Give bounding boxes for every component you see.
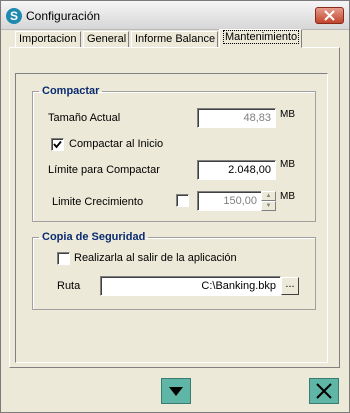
copia-seguridad-group: Copia de Seguridad xyxy=(32,231,316,310)
tab-label: Importacion xyxy=(19,33,77,45)
x-icon xyxy=(316,383,332,399)
ruta-input[interactable]: C:\Banking.bkp xyxy=(100,276,281,296)
window-title: Configuración xyxy=(26,9,101,23)
realizar-al-salir-checkbox[interactable] xyxy=(57,252,70,265)
spin-up-icon[interactable]: ▲ xyxy=(261,191,276,201)
spin-down-icon[interactable]: ▼ xyxy=(261,201,276,211)
tab-label: Informe Balance xyxy=(135,33,216,45)
tab-general[interactable]: General xyxy=(83,31,129,47)
realizar-al-salir-label: Realizarla al salir de la aplicación xyxy=(74,252,237,264)
tab-label: Mantenimiento xyxy=(223,30,300,44)
app-logo-icon: S xyxy=(6,8,22,24)
checkmark-icon xyxy=(53,140,62,149)
configuration-dialog: S Configuración Importacion General Info… xyxy=(0,0,350,413)
tamano-actual-label: Tamaño Actual xyxy=(48,112,121,124)
limite-compactar-unit: MB xyxy=(280,159,295,170)
limite-crecimiento-input: 150,00 xyxy=(197,191,262,211)
tab-mantenimiento[interactable]: Mantenimiento xyxy=(219,29,302,48)
compactar-inicio-label: Compactar al Inicio xyxy=(69,138,164,150)
tab-label: General xyxy=(87,33,127,45)
limite-crecimiento-label: Limite Crecimiento xyxy=(52,196,144,208)
browse-button[interactable]: ... xyxy=(281,277,299,295)
limite-compactar-label: Límite para Compactar xyxy=(48,164,160,176)
close-icon xyxy=(324,10,335,21)
title-bar: S Configuración xyxy=(1,1,349,30)
tab-informe-balance[interactable]: Informe Balance xyxy=(131,31,218,47)
limite-compactar-input[interactable]: 2.048,00 xyxy=(197,160,276,180)
limite-crecimiento-unit: MB xyxy=(280,191,295,202)
tamano-actual-unit: MB xyxy=(280,109,295,120)
accept-button[interactable] xyxy=(161,378,191,404)
cancel-button[interactable] xyxy=(309,378,339,404)
compactar-inicio-checkbox[interactable] xyxy=(51,138,64,151)
close-window-button[interactable] xyxy=(315,7,344,24)
down-arrow-icon xyxy=(169,387,183,396)
limite-crecimiento-spinner[interactable]: ▲ ▼ xyxy=(261,191,276,211)
copia-seguridad-legend: Copia de Seguridad xyxy=(42,231,146,243)
tamano-actual-field: 48,83 xyxy=(197,108,276,128)
limite-crecimiento-checkbox[interactable] xyxy=(176,194,189,207)
compactar-legend: Compactar xyxy=(42,85,100,97)
ruta-label: Ruta xyxy=(57,280,81,292)
tab-importacion[interactable]: Importacion xyxy=(15,31,81,47)
